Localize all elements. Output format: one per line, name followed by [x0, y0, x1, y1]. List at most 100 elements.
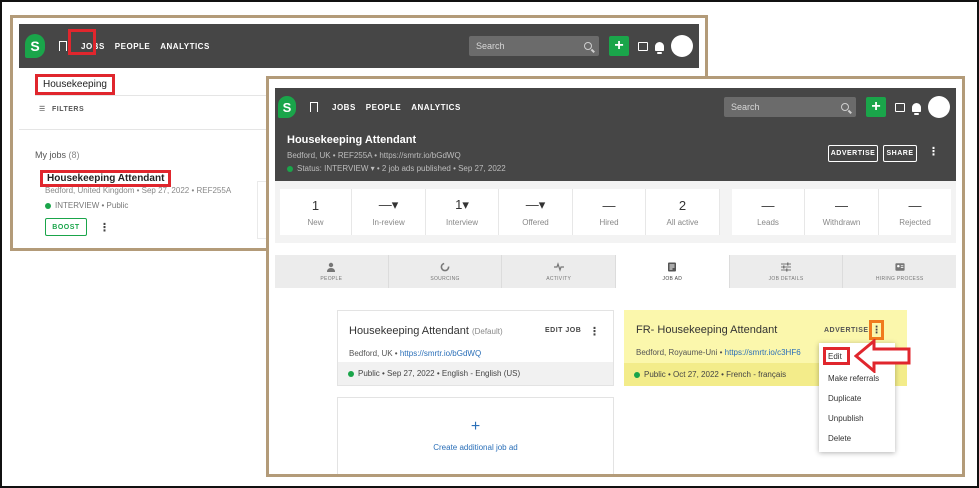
advertise-button[interactable]: ADVERTISE	[824, 327, 869, 334]
stat-label: Interview	[445, 218, 478, 227]
my-jobs-label: My jobs	[35, 150, 67, 160]
top-navbar: S JOBS PEOPLE ANALYTICS Search +	[275, 88, 956, 126]
create-job-ad-card[interactable]: + Create additional job ad	[337, 397, 614, 474]
stat-value: —▾	[378, 197, 399, 212]
nav-people[interactable]: PEOPLE	[366, 103, 401, 112]
stat-interview[interactable]: 1▾ Interview	[426, 189, 499, 235]
nav-analytics[interactable]: ANALYTICS	[160, 42, 210, 51]
my-jobs-heading: My jobs (8)	[35, 150, 80, 160]
bookmark-icon[interactable]	[310, 102, 318, 115]
menu-item-duplicate[interactable]: Duplicate	[828, 394, 861, 403]
stat-value: 2	[678, 197, 687, 213]
tab-label: PEOPLE	[320, 275, 343, 282]
menu-item-unpublish[interactable]: Unpublish	[828, 414, 864, 423]
advertise-button[interactable]: ADVERTISE	[828, 145, 878, 162]
tab-label: ACTIVITY	[546, 275, 572, 282]
nav-jobs[interactable]: JOBS	[332, 103, 356, 112]
tab-sourcing[interactable]: SOURCING	[389, 255, 503, 288]
stat-value: —▾	[525, 197, 546, 212]
ad-title-text: Housekeeping Attendant	[349, 325, 469, 337]
stat-offered[interactable]: —▾ Offered	[499, 189, 573, 235]
stat-label: Leads	[757, 217, 779, 227]
add-button[interactable]: +	[866, 97, 886, 117]
menu-item-make-referrals[interactable]: Make referrals	[828, 374, 879, 383]
stat-label: Withdrawn	[822, 217, 861, 227]
stat-value: 1	[311, 197, 320, 213]
ad-more-icon[interactable]: ⋮	[589, 325, 600, 338]
filters-label: FILTERS	[52, 106, 85, 113]
stats-gap	[720, 189, 732, 235]
status-dot-icon	[287, 165, 293, 172]
person-icon	[327, 262, 336, 272]
smartrecruiters-logo[interactable]: S	[278, 96, 296, 118]
notifications-bell-icon[interactable]	[655, 41, 664, 54]
global-search-input[interactable]: Search	[469, 36, 599, 56]
job-title: Housekeeping Attendant	[287, 134, 417, 146]
stat-label: New	[307, 217, 324, 227]
tab-hiring-process[interactable]: HIRING PROCESS	[843, 255, 956, 288]
jobs-highlight-box	[68, 29, 96, 55]
job-more-icon[interactable]: ⋮	[928, 145, 939, 158]
sliders-icon	[781, 262, 792, 271]
stat-leads[interactable]: — Leads	[732, 189, 805, 235]
share-button[interactable]: SHARE	[883, 145, 917, 162]
stat-label: All active	[666, 217, 699, 227]
ad-link[interactable]: https://smrtr.io/c3HF6	[725, 348, 801, 357]
tab-label: HIRING PROCESS	[875, 275, 924, 282]
inbox-icon[interactable]	[638, 41, 648, 51]
default-job-ad-card: Housekeeping Attendant (Default) EDIT JO…	[337, 310, 614, 386]
job-status: INTERVIEW • Public	[45, 201, 128, 210]
ad-more-icon[interactable]: ⋮	[869, 320, 884, 340]
id-card-icon	[895, 262, 905, 271]
stat-rejected[interactable]: — Rejected	[879, 189, 951, 235]
create-job-ad-link[interactable]: Create additional job ad	[338, 443, 613, 452]
menu-item-edit[interactable]: Edit	[823, 347, 850, 365]
stat-hired[interactable]: — Hired	[573, 189, 646, 235]
nav-analytics[interactable]: ANALYTICS	[411, 103, 461, 112]
job-tabs: PEOPLE SOURCING ACTIVITY JOB AD JOB DETA…	[275, 255, 956, 288]
stat-withdrawn[interactable]: — Withdrawn	[805, 189, 879, 235]
tab-activity[interactable]: ACTIVITY	[502, 255, 617, 288]
tab-people[interactable]: PEOPLE	[275, 255, 389, 288]
ad-footer: Public • Sep 27, 2022 • English - Englis…	[338, 362, 613, 385]
annotation-arrow-icon	[854, 339, 911, 373]
stat-value: —	[908, 197, 922, 213]
stat-all-active[interactable]: 2 All active	[646, 189, 720, 235]
ad-link[interactable]: https://smrtr.io/bGdWQ	[400, 349, 481, 358]
global-search-input[interactable]: Search	[724, 97, 856, 117]
bookmark-icon[interactable]	[59, 41, 67, 54]
boost-button[interactable]: BOOST	[45, 218, 87, 236]
top-navbar: S JOBS PEOPLE ANALYTICS Search +	[19, 24, 699, 68]
job-title-link[interactable]: Housekeeping Attendant	[40, 170, 172, 187]
job-more-icon[interactable]: ⋮	[99, 221, 110, 234]
user-avatar[interactable]	[671, 35, 693, 57]
menu-item-delete[interactable]: Delete	[828, 434, 851, 443]
job-status[interactable]: Status: INTERVIEW ▾ • 2 job ads publishe…	[287, 164, 506, 173]
ad-meta: Bedford, UK • https://smrtr.io/bGdWQ	[349, 349, 481, 358]
notifications-bell-icon[interactable]	[912, 102, 921, 115]
nav-people[interactable]: PEOPLE	[115, 42, 150, 51]
tab-label: SOURCING	[430, 275, 460, 282]
stat-new[interactable]: 1 New	[280, 189, 352, 235]
stat-label: Hired	[599, 217, 619, 227]
stat-label: Rejected	[899, 217, 931, 227]
edit-job-button[interactable]: EDIT JOB	[545, 327, 581, 334]
filters-toggle[interactable]: ☰ FILTERS	[39, 105, 84, 113]
filter-icon: ☰	[39, 106, 46, 113]
document-icon	[668, 262, 677, 271]
stat-value: 1▾	[455, 197, 469, 212]
tab-label: JOB DETAILS	[768, 275, 804, 282]
activity-pulse-icon	[553, 261, 564, 272]
user-avatar[interactable]	[928, 96, 950, 118]
job-search-value: Housekeeping	[35, 74, 115, 95]
inbox-icon[interactable]	[895, 102, 905, 112]
add-button[interactable]: +	[609, 36, 629, 56]
search-placeholder: Search	[476, 41, 505, 51]
ad-location: Bedford, Royaume-Uni •	[636, 348, 723, 357]
pipeline-stats: 1 New —▾ In-review 1▾ Interview —▾ Offered —…	[275, 181, 956, 243]
tab-job-ad[interactable]: JOB AD	[616, 255, 730, 288]
smartrecruiters-logo[interactable]: S	[25, 34, 45, 58]
tab-job-details[interactable]: JOB DETAILS	[730, 255, 844, 288]
stat-in-review[interactable]: —▾ In-review	[352, 189, 426, 235]
ad-meta: Bedford, Royaume-Uni • https://smrtr.io/…	[636, 348, 801, 357]
